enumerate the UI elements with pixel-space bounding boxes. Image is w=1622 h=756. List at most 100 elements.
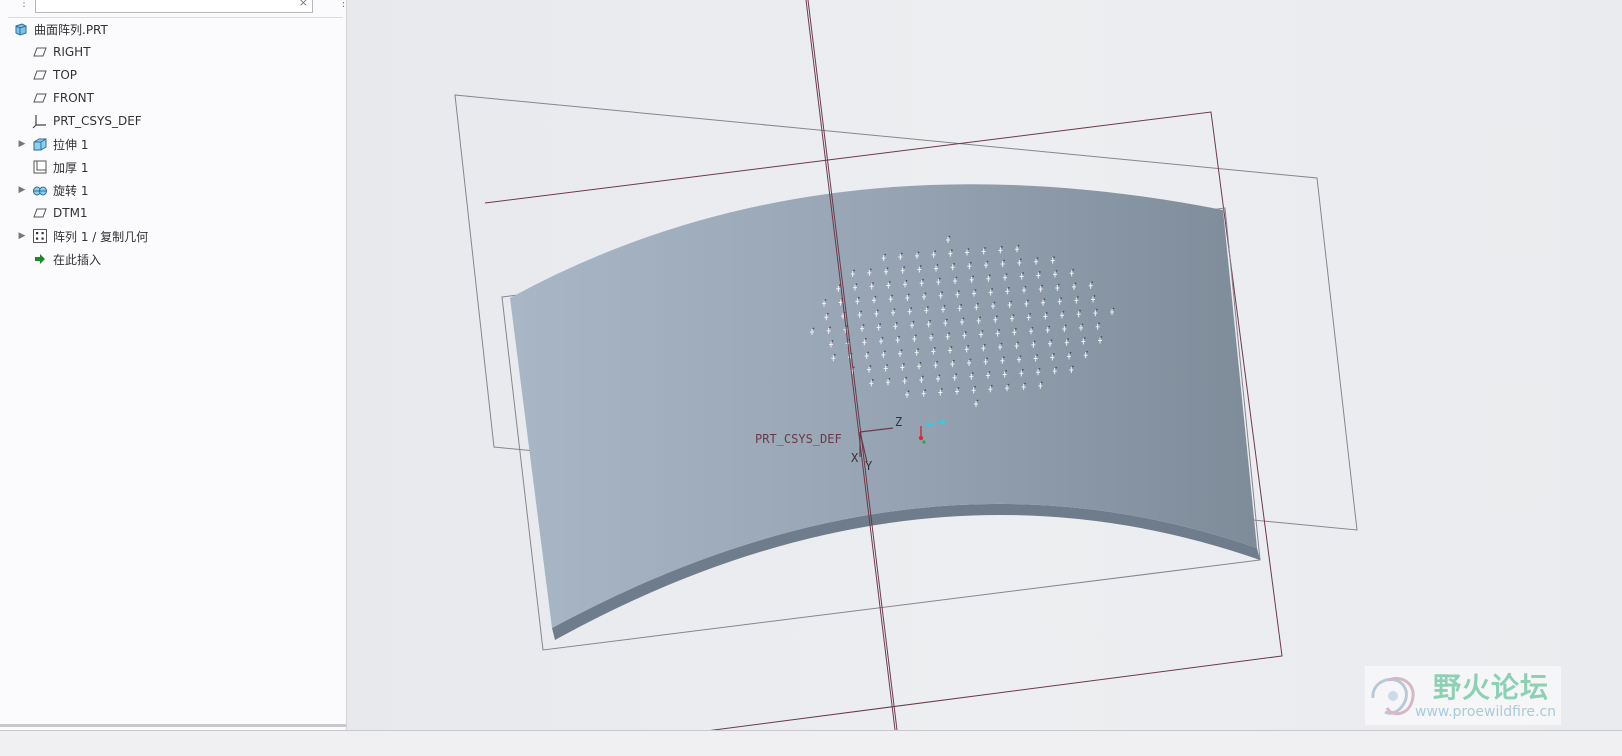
tree-item-label: DTM1 — [53, 206, 88, 220]
pattern-feature-point — [931, 333, 934, 336]
pattern-feature-point — [893, 308, 896, 311]
tree-item-extrude[interactable]: ▶ 拉伸 1 — [0, 133, 346, 155]
pattern-feature-point — [943, 305, 946, 307]
pattern-feature-point — [924, 389, 927, 392]
pattern-feature-point — [1036, 257, 1039, 260]
pattern-feature-point — [950, 346, 953, 348]
expand-arrow-icon[interactable]: ▶ — [17, 231, 27, 241]
pattern-feature-point — [869, 365, 872, 368]
pattern-feature-point — [1100, 336, 1103, 338]
pattern-feature-point — [1005, 273, 1008, 276]
pattern-feature-point — [1026, 299, 1029, 302]
axis-y-label: Y — [865, 459, 873, 473]
revolve-icon — [32, 182, 48, 198]
pattern-feature-point — [1074, 282, 1077, 285]
pattern-feature-point — [905, 279, 908, 282]
axis-z-label: Z — [895, 415, 902, 429]
model-graphics: PRT_CSYS_DEF Z X Y — [454, 0, 1358, 730]
pattern-feature-point — [864, 337, 867, 340]
pattern-feature-point — [955, 276, 958, 279]
pattern-feature-point — [957, 387, 960, 389]
thickened-surface — [510, 184, 1260, 640]
pattern-feature-point — [857, 296, 860, 299]
expand-arrow-icon[interactable]: ▶ — [17, 139, 27, 149]
pattern-feature-point — [1053, 256, 1056, 259]
pattern-feature-point — [886, 364, 889, 366]
status-bar — [0, 730, 1622, 756]
pattern-feature-point — [948, 235, 951, 238]
pattern-feature-point — [990, 384, 993, 387]
pattern-feature-point — [969, 358, 972, 361]
pattern-feature-point — [1007, 383, 1010, 386]
pattern-feature-point — [902, 363, 905, 365]
pattern-feature-point — [1069, 351, 1072, 354]
model-tree-panel: ⋮ × ⋮ 曲面阵列.PRT RIGHT TOP FRONT PRT_CSYS_… — [0, 0, 349, 752]
pattern-feature-point — [1022, 272, 1025, 274]
panel-handle-icon[interactable]: ⋮ — [19, 0, 29, 9]
tree-item-csys[interactable]: PRT_CSYS_DEF — [0, 110, 346, 132]
pattern-feature-point — [974, 385, 977, 388]
pattern-feature-point — [888, 281, 891, 283]
pattern-feature-point — [991, 288, 994, 290]
pattern-feature-point — [933, 347, 936, 349]
pattern-feature-point — [950, 249, 953, 252]
pattern-feature-point — [988, 371, 991, 373]
model-tree-search-input[interactable]: × — [35, 0, 313, 13]
pattern-feature-point — [1005, 370, 1008, 372]
pattern-feature-point — [960, 303, 963, 306]
pattern-feature-point — [869, 268, 872, 271]
pattern-feature-point — [1014, 327, 1017, 330]
tree-item-front-plane[interactable]: FRONT — [0, 87, 346, 109]
pattern-feature-point — [976, 399, 979, 402]
pattern-feature-point — [1024, 382, 1027, 385]
pattern-feature-point — [984, 247, 987, 249]
forum-url: www.proewildfire.cn — [1415, 704, 1557, 720]
pattern-feature-point — [1029, 313, 1032, 315]
pattern-feature-point — [924, 292, 927, 295]
pattern-feature-point — [957, 290, 960, 293]
tree-item-thicken[interactable]: 加厚 1 — [0, 156, 346, 178]
pattern-feature-point — [929, 319, 932, 322]
csys-label: PRT_CSYS_DEF — [755, 432, 842, 446]
pattern-feature-point — [919, 265, 922, 267]
tree-item-top-plane[interactable]: TOP — [0, 64, 346, 86]
pattern-feature-point — [1093, 295, 1096, 297]
pattern-feature-point — [1012, 314, 1015, 317]
pattern-feature-point — [952, 359, 955, 362]
expand-arrow-icon[interactable]: ▶ — [17, 185, 27, 195]
pattern-feature-point — [1003, 259, 1006, 262]
forum-title: 野火论坛 — [1433, 671, 1550, 704]
graphics-viewport[interactable]: PRT_CSYS_DEF Z X Y — [347, 0, 1622, 730]
pattern-feature-point — [905, 376, 908, 379]
tree-item-part[interactable]: 曲面阵列.PRT — [0, 18, 346, 40]
pattern-feature-point — [824, 299, 827, 301]
pattern-feature-point — [940, 388, 943, 390]
pattern-feature-point — [981, 330, 984, 332]
pattern-feature-point — [1057, 283, 1060, 286]
tree-item-pattern[interactable]: ▶ 阵列 1 / 复制几何 — [0, 225, 346, 247]
pattern-icon — [32, 228, 48, 244]
pattern-feature-point — [941, 291, 944, 294]
pattern-feature-point — [945, 318, 948, 321]
tree-item-dtm1-plane[interactable]: DTM1 — [0, 202, 346, 224]
pattern-feature-point — [1098, 322, 1101, 325]
axis-x-label: X — [851, 451, 859, 465]
pattern-feature-point — [1017, 244, 1020, 247]
datum-plane-icon — [32, 205, 48, 221]
pattern-feature-point — [974, 289, 977, 291]
pattern-feature-point — [829, 326, 832, 329]
tree-item-revolve[interactable]: ▶ 旋转 1 — [0, 179, 346, 201]
tree-item-right-plane[interactable]: RIGHT — [0, 41, 346, 63]
model-tree-toolbar: ⋮ × ⋮ — [0, 0, 349, 18]
pattern-feature-point — [922, 278, 925, 281]
pattern-feature-point — [862, 324, 865, 327]
pattern-feature-point — [912, 320, 915, 323]
tree-item-insert-here[interactable]: 在此插入 — [0, 248, 346, 270]
pattern-feature-point — [1064, 324, 1067, 327]
pattern-feature-point — [1055, 269, 1058, 272]
clear-search-icon[interactable]: × — [299, 0, 308, 9]
pattern-feature-point — [936, 360, 939, 363]
pattern-feature-point — [1050, 339, 1053, 342]
pattern-feature-point — [1041, 284, 1044, 287]
pattern-feature-point — [988, 274, 991, 277]
